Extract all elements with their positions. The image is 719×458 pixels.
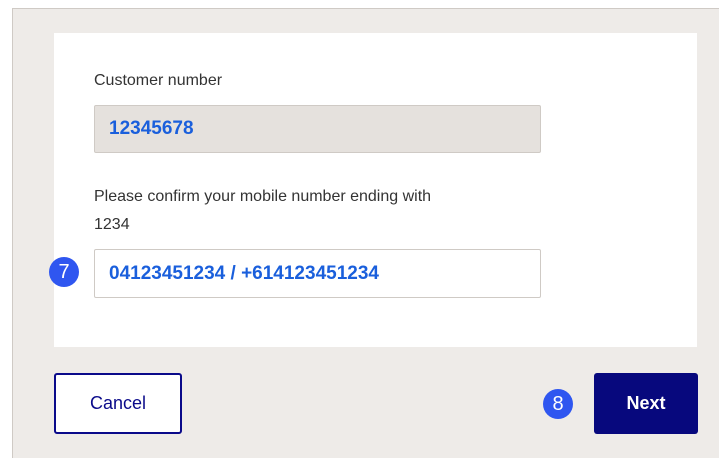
cancel-button[interactable]: Cancel bbox=[54, 373, 182, 434]
mobile-number-input[interactable]: 04123451234 / +614123451234 bbox=[94, 249, 541, 298]
mobile-confirm-label: Please confirm your mobile number ending… bbox=[94, 188, 432, 205]
mobile-ending-digits: 1234 bbox=[94, 216, 130, 233]
customer-number-field: 12345678 bbox=[94, 105, 541, 153]
form-card: Customer number 12345678 Please confirm … bbox=[54, 33, 697, 347]
step-8-marker: 8 bbox=[543, 389, 573, 419]
customer-number-label: Customer number bbox=[94, 72, 223, 89]
next-button[interactable]: Next bbox=[594, 373, 698, 434]
step-7-marker: 7 bbox=[49, 257, 79, 287]
